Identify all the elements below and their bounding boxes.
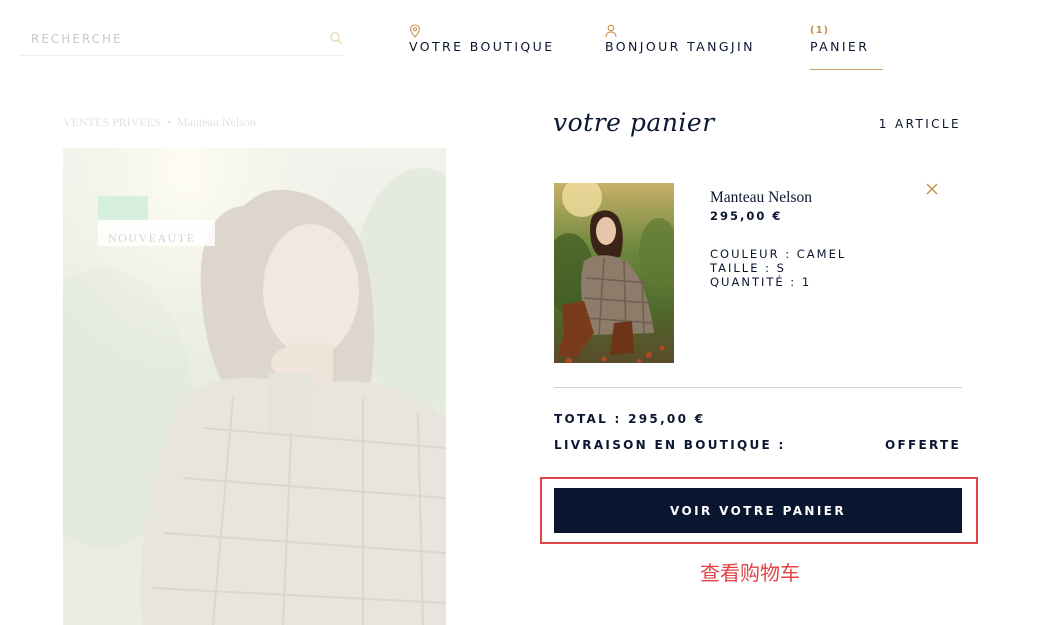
breadcrumb-current: Manteau Nelson — [176, 115, 256, 129]
nav-cart-label: PANIER — [810, 39, 870, 54]
cart-title: votre panier — [553, 108, 715, 137]
cart-total: TOTAL : 295,00 € — [554, 412, 706, 426]
location-pin-icon — [410, 24, 420, 38]
cart-item-quantity: QUANTITÉ : 1 — [710, 275, 812, 289]
view-cart-button[interactable]: VOIR VOTRE PANIER — [554, 488, 962, 533]
breadcrumb-separator: • — [166, 115, 171, 129]
breadcrumb-parent-link[interactable]: VENTES PRIVEES — [63, 115, 161, 129]
cart-item-attributes: COULEUR : CAMEL TAILLE : S QUANTITÉ : 1 — [710, 247, 846, 289]
cart-item-name[interactable]: Manteau Nelson — [710, 189, 812, 207]
cart-item-color: COULEUR : CAMEL — [710, 247, 847, 261]
nav-account[interactable]: BONJOUR TANGJIN — [605, 24, 775, 70]
annotation-label: 查看购物车 — [700, 561, 800, 585]
cart-divider — [554, 387, 962, 388]
nav-boutique-label: VOTRE BOUTIQUE — [409, 39, 555, 54]
cart-item-count: 1 ARTICLE — [878, 117, 961, 131]
remove-item-button[interactable] — [924, 181, 940, 197]
new-tag-label: NOUVEAUTE — [108, 231, 196, 245]
search-icon[interactable] — [329, 31, 343, 45]
search-bar[interactable] — [20, 24, 344, 56]
cart-item-price: 295,00 € — [710, 209, 783, 223]
cart-item-thumbnail[interactable] — [554, 183, 674, 363]
cart-count-badge: (1) — [810, 25, 830, 36]
user-icon — [605, 24, 617, 38]
search-input[interactable] — [31, 28, 311, 50]
nav-your-boutique[interactable]: VOTRE BOUTIQUE — [409, 24, 569, 70]
new-tag-accent — [98, 196, 148, 222]
breadcrumb: VENTES PRIVEES • Manteau Nelson — [63, 115, 256, 130]
cart-item-size: TAILLE : S — [710, 261, 786, 275]
nav-cart[interactable]: (1) PANIER — [810, 24, 883, 70]
new-product-tag: NOUVEAUTE — [98, 196, 215, 246]
close-icon — [926, 183, 938, 195]
delivery-value: OFFERTE — [885, 438, 961, 452]
delivery-label: LIVRAISON EN BOUTIQUE : — [554, 438, 786, 452]
nav-account-label: BONJOUR TANGJIN — [605, 39, 755, 54]
